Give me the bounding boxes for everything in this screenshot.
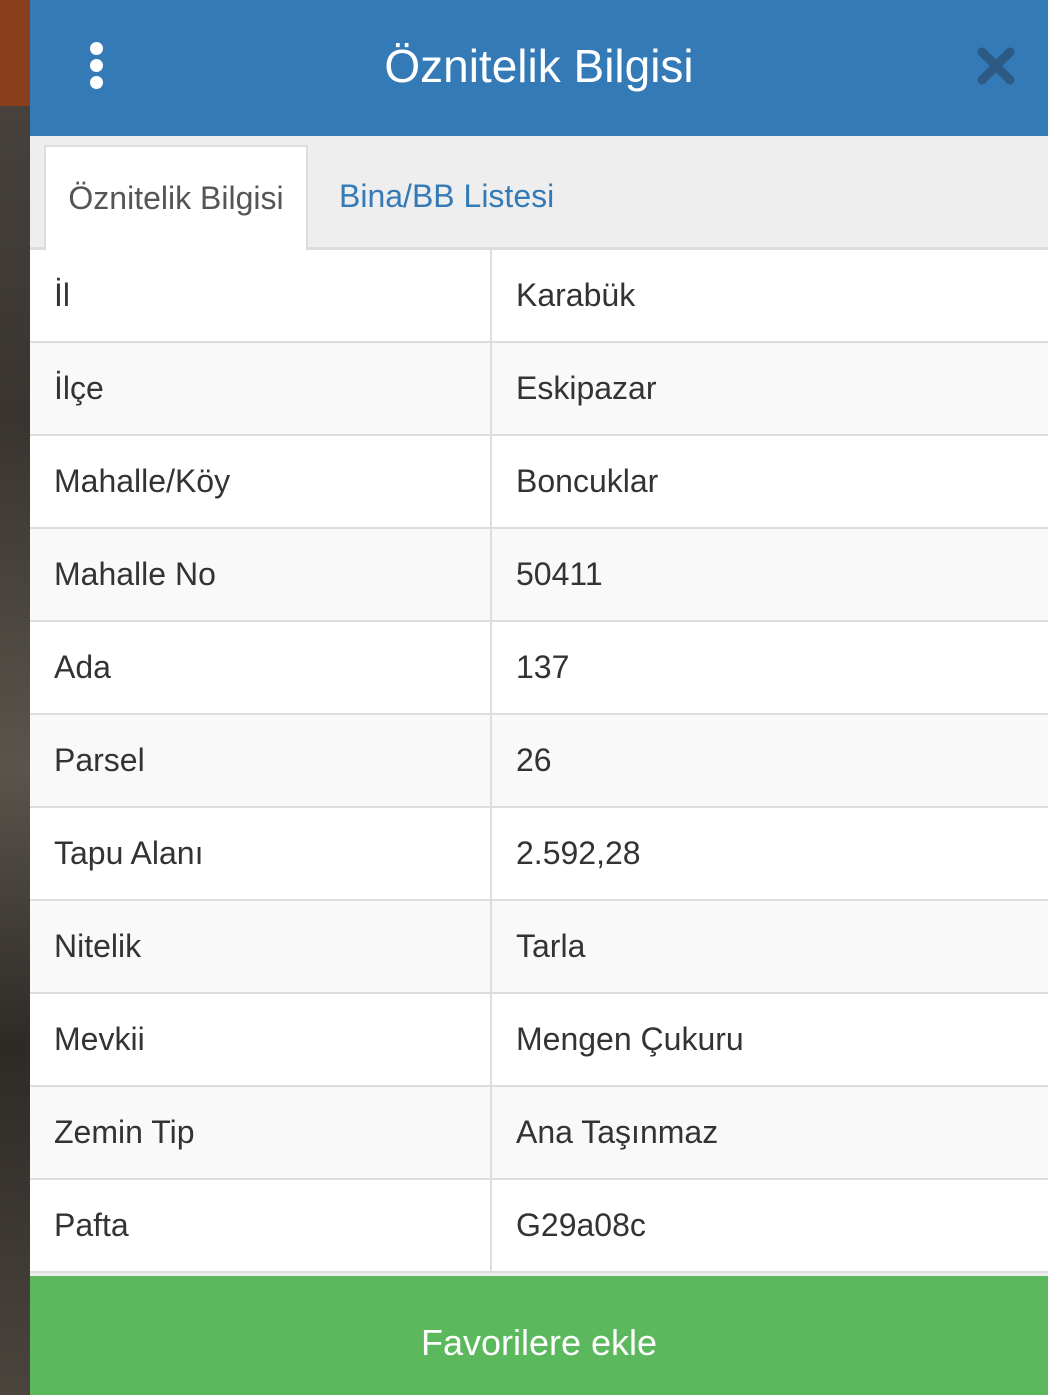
table-row: Parsel 26	[30, 715, 1048, 808]
row-label: Mahalle/Köy	[30, 436, 492, 527]
background-map	[0, 0, 30, 1395]
row-value: Mengen Çukuru	[516, 1021, 744, 1057]
row-label: İlçe	[30, 343, 492, 434]
panel-title: Öznitelik Bilgisi	[384, 40, 694, 92]
add-to-favorites-button[interactable]: Favorilere ekle	[30, 1276, 1048, 1395]
attribute-panel: Öznitelik Bilgisi Öznitelik Bilgisi Bina…	[30, 0, 1048, 1395]
row-label: Parsel	[30, 715, 492, 806]
row-value: Karabük	[516, 277, 636, 313]
row-label: Mevkii	[30, 994, 492, 1085]
row-value: 50411	[516, 556, 603, 592]
background-map-edge	[0, 0, 30, 106]
row-value: Ana Taşınmaz	[516, 1114, 719, 1150]
tab-building-list[interactable]: Bina/BB Listesi	[339, 145, 554, 250]
row-label: Mahalle No	[30, 529, 492, 620]
row-label: İl	[30, 250, 492, 341]
row-value: Eskipazar	[516, 370, 657, 406]
attribute-table: İl Karabük İlçe Eskipazar Mahalle/Köy Boncukl…	[30, 250, 1048, 1273]
vertical-dots-icon[interactable]	[86, 42, 106, 92]
row-value: 2.592,28	[516, 835, 641, 871]
table-row: Mahalle No 50411	[30, 529, 1048, 622]
row-label: Pafta	[30, 1180, 492, 1271]
tab-bar: Öznitelik Bilgisi Bina/BB Listesi	[30, 136, 1048, 250]
row-label: Tapu Alanı	[30, 808, 492, 899]
row-value: G29a08c	[516, 1207, 646, 1243]
table-row: Tapu Alanı 2.592,28	[30, 808, 1048, 901]
table-row: Nitelik Tarla	[30, 901, 1048, 994]
table-row: İl Karabük	[30, 250, 1048, 343]
row-value: Tarla	[516, 928, 586, 964]
table-row: Zemin Tip Ana Taşınmaz	[30, 1087, 1048, 1180]
row-label: Zemin Tip	[30, 1087, 492, 1178]
close-icon[interactable]	[974, 44, 1018, 88]
panel-header: Öznitelik Bilgisi	[30, 0, 1048, 136]
row-value: 137	[516, 649, 570, 685]
row-label: Nitelik	[30, 901, 492, 992]
row-value: 26	[516, 742, 552, 778]
table-row: Mahalle/Köy Boncuklar	[30, 436, 1048, 529]
tab-attribute-info[interactable]: Öznitelik Bilgisi	[44, 145, 308, 250]
row-value: Boncuklar	[516, 463, 659, 499]
table-row: Ada 137	[30, 622, 1048, 715]
table-row: Mevkii Mengen Çukuru	[30, 994, 1048, 1087]
table-row: Pafta G29a08c	[30, 1180, 1048, 1273]
table-row: İlçe Eskipazar	[30, 343, 1048, 436]
row-label: Ada	[30, 622, 492, 713]
